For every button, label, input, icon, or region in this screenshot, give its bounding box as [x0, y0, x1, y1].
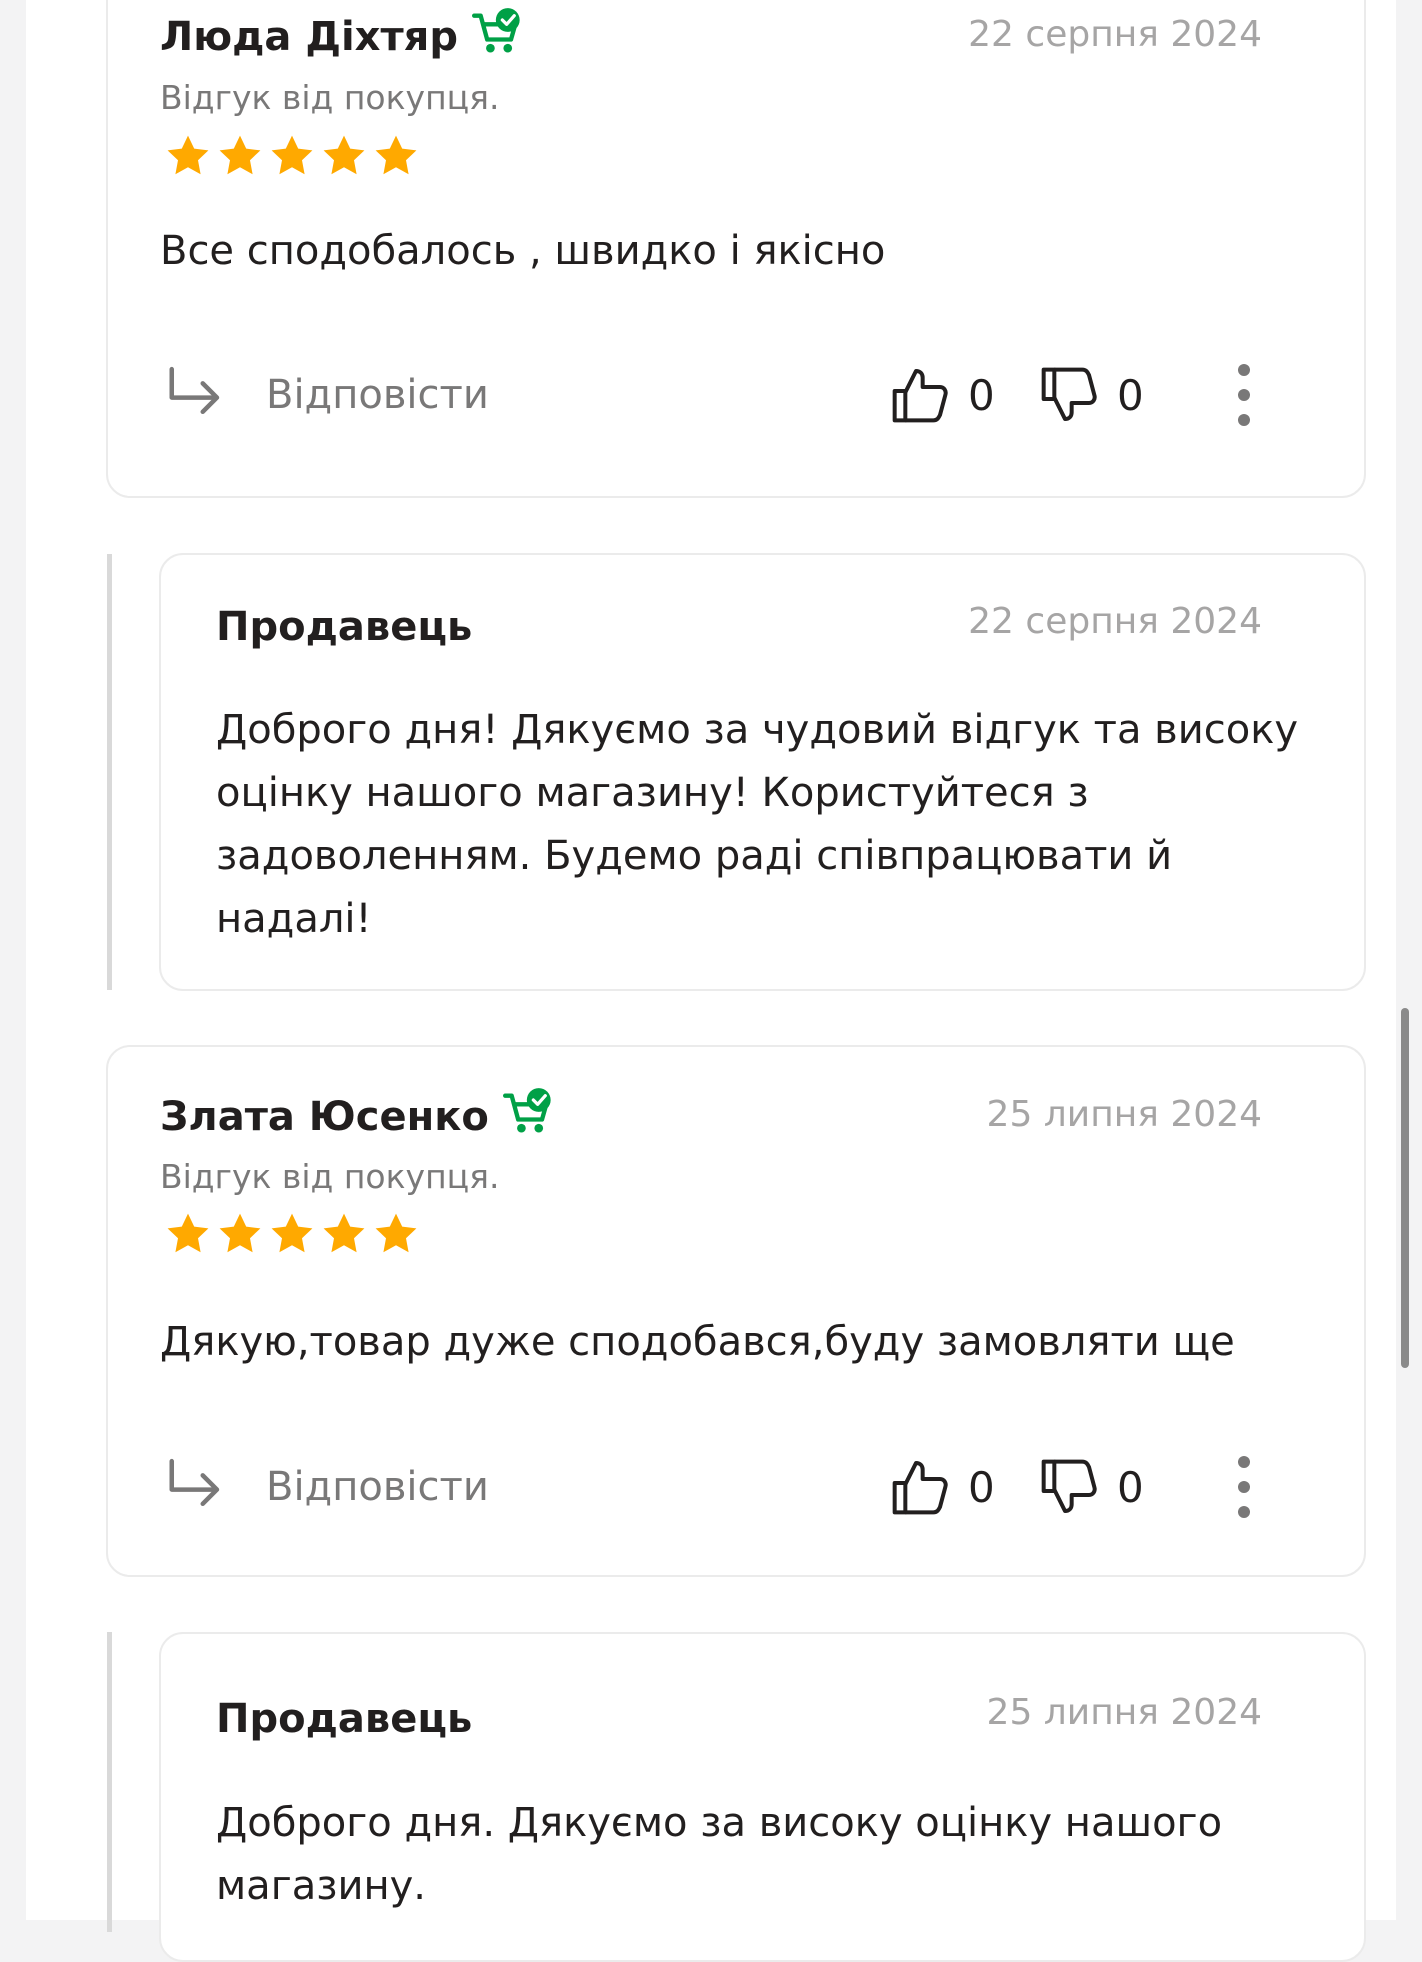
- star-icon: [219, 135, 261, 175]
- review-text: Все сподобалось , швидко і якісно: [160, 228, 886, 274]
- dislike-button[interactable]: 0: [1037, 360, 1144, 430]
- star-icon: [323, 1213, 365, 1253]
- seller-reply-date: 25 липня 2024: [986, 1692, 1262, 1733]
- verified-buyer-cart-icon: [502, 1088, 551, 1133]
- thumbs-down-icon: [1041, 1459, 1097, 1513]
- scrollbar[interactable]: [1401, 1008, 1409, 1368]
- reply-label: Відповісти: [266, 372, 489, 418]
- review-subtitle: Відгук від покупця.: [160, 78, 500, 117]
- reply-label: Відповісти: [266, 1464, 489, 1510]
- reply-arrow-icon: [169, 366, 220, 415]
- like-button[interactable]: 0: [888, 1452, 995, 1522]
- reply-button[interactable]: Відповісти: [164, 360, 489, 430]
- review-author-name: Люда Діхтяр: [160, 14, 458, 60]
- dislike-count: 0: [1117, 370, 1144, 420]
- review-text: Дякую,товар дуже сподобався,буду замовля…: [160, 1319, 1235, 1365]
- verified-buyer-cart-icon: [471, 8, 520, 53]
- seller-name: Продавець: [216, 604, 473, 650]
- review-author: Люда Діхтяр: [160, 8, 524, 60]
- review-date: 25 липня 2024: [986, 1094, 1262, 1135]
- more-vertical-icon[interactable]: [1224, 364, 1264, 426]
- star-icon: [375, 135, 417, 175]
- reply-button[interactable]: Відповісти: [164, 1452, 489, 1522]
- rating-stars: [164, 132, 420, 180]
- review-actions: Відповісти 0 0: [164, 1452, 1274, 1522]
- star-icon: [167, 1213, 209, 1253]
- star-icon: [219, 1213, 261, 1253]
- like-count: 0: [968, 1462, 995, 1512]
- like-count: 0: [968, 370, 995, 420]
- thumbs-up-icon: [892, 1461, 948, 1515]
- rating-stars: [164, 1210, 420, 1258]
- thumbs-down-icon: [1041, 367, 1097, 421]
- thumbs-up-icon: [892, 369, 948, 423]
- review-date: 22 серпня 2024: [968, 14, 1262, 55]
- dislike-button[interactable]: 0: [1037, 1452, 1144, 1522]
- reply-arrow-icon: [169, 1458, 220, 1507]
- seller-name: Продавець: [216, 1696, 473, 1742]
- star-icon: [167, 135, 209, 175]
- seller-reply-date: 22 серпня 2024: [968, 601, 1262, 642]
- star-icon: [271, 1213, 313, 1253]
- review-author-name: Злата Юсенко: [160, 1094, 489, 1140]
- star-icon: [323, 135, 365, 175]
- more-vertical-icon[interactable]: [1224, 1456, 1264, 1518]
- reviews-page: Люда Діхтяр 22 серпня 2024 Відгук від по…: [26, 0, 1396, 1962]
- like-button[interactable]: 0: [888, 360, 995, 430]
- seller-reply-text: Доброго дня. Дякуємо за високу оцінку на…: [216, 1800, 1223, 1909]
- star-icon: [271, 135, 313, 175]
- review-actions: Відповісти 0 0: [164, 360, 1274, 430]
- review-subtitle: Відгук від покупця.: [160, 1157, 500, 1196]
- dislike-count: 0: [1117, 1462, 1144, 1512]
- seller-reply-text: Доброго дня! Дякуємо за чудовий відгук т…: [216, 707, 1299, 942]
- review-author: Злата Юсенко: [160, 1088, 555, 1140]
- reply-thread-line: [107, 554, 112, 990]
- star-icon: [375, 1213, 417, 1253]
- reply-thread-line: [107, 1632, 112, 1932]
